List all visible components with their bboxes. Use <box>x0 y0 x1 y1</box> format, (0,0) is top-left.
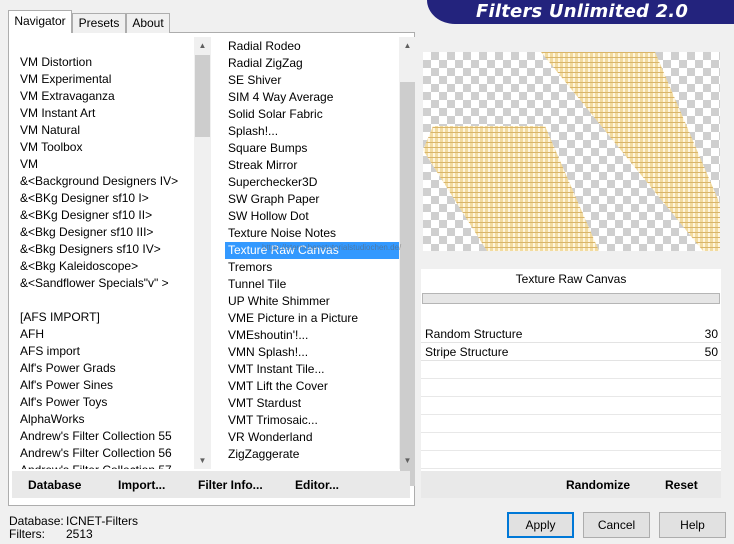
filter-scrollbar[interactable]: ▲ ▼ <box>399 37 416 486</box>
filter-item[interactable]: VMT Lift the Cover <box>225 378 399 395</box>
param-value[interactable]: 50 <box>705 343 718 361</box>
filter-item[interactable]: SW Graph Paper <box>225 191 399 208</box>
database-value: ICNET-Filters <box>66 514 138 528</box>
category-item[interactable]: Alf's Power Grads <box>17 360 194 377</box>
category-item[interactable]: &<BKg Designer sf10 I> <box>17 190 194 207</box>
filter-item[interactable]: SW Hollow Dot <box>225 208 399 225</box>
category-item[interactable]: [AFS IMPORT] <box>17 309 194 326</box>
tab-navigator[interactable]: Navigator <box>8 10 72 33</box>
category-item[interactable]: VM Natural <box>17 122 194 139</box>
filter-item[interactable]: VMT Trimosaic... <box>225 412 399 429</box>
filter-item[interactable]: VR Wonderland <box>225 429 399 446</box>
tab-about[interactable]: About <box>126 13 170 33</box>
parameter-bar <box>422 293 720 304</box>
filter-item[interactable]: Superchecker3D <box>225 174 399 191</box>
category-scrollbar[interactable]: ▲ ▼ <box>194 37 211 469</box>
scroll-thumb[interactable] <box>195 55 210 137</box>
tab-presets[interactable]: Presets <box>72 13 126 33</box>
filter-item[interactable]: UP White Shimmer <box>225 293 399 310</box>
category-item[interactable]: &<BKg Designer sf10 II> <box>17 207 194 224</box>
category-item[interactable]: Andrew's Filter Collection 56 <box>17 445 194 462</box>
editor-button[interactable]: Editor... <box>295 476 339 494</box>
scroll-down-icon[interactable]: ▼ <box>399 452 416 469</box>
category-item[interactable]: &<Sandflower Specials"v" > <box>17 275 194 292</box>
filter-item[interactable]: SIM 4 Way Average <box>225 89 399 106</box>
filter-item[interactable]: Streak Mirror <box>225 157 399 174</box>
help-button[interactable]: Help <box>659 512 726 538</box>
scroll-up-icon[interactable]: ▲ <box>399 37 416 54</box>
apply-button[interactable]: Apply <box>507 512 574 538</box>
filter-item[interactable]: Radial ZigZag <box>225 55 399 72</box>
category-item[interactable]: Alf's Power Sines <box>17 377 194 394</box>
filter-item[interactable]: VMEshoutin'!... <box>225 327 399 344</box>
filter-item[interactable]: Texture Noise Notes <box>225 225 399 242</box>
database-button[interactable]: Database <box>28 476 81 494</box>
param-label: Random Structure <box>425 327 523 341</box>
filter-item[interactable]: VMT Stardust <box>225 395 399 412</box>
category-item[interactable]: VM Extravaganza <box>17 88 194 105</box>
category-item[interactable]: &<Bkg Designer sf10 III> <box>17 224 194 241</box>
filter-list[interactable]: Radial Rodeo Radial ZigZag SE Shiver SIM 4 … <box>225 37 399 469</box>
param-empty-rows <box>421 361 721 469</box>
category-item[interactable]: Andrew's Filter Collection 57 <box>17 462 194 469</box>
scroll-thumb[interactable] <box>400 82 415 486</box>
category-item[interactable]: Andrew's Filter Collection 55 <box>17 428 194 445</box>
param-random-structure[interactable]: Random Structure 30 <box>421 325 721 343</box>
category-item[interactable]: &<Background Designers IV> <box>17 173 194 190</box>
preview-stripes <box>423 52 720 251</box>
filter-item[interactable]: Solid Solar Fabric <box>225 106 399 123</box>
category-item[interactable]: &<Bkg Designers sf10 IV> <box>17 241 194 258</box>
filter-item[interactable]: VMN Splash!... <box>225 344 399 361</box>
category-item[interactable]: Alf's Power Toys <box>17 394 194 411</box>
randomize-button[interactable]: Randomize <box>566 476 630 494</box>
scroll-down-icon[interactable]: ▼ <box>194 452 211 469</box>
scroll-up-icon[interactable]: ▲ <box>194 37 211 54</box>
filter-item[interactable]: Square Bumps <box>225 140 399 157</box>
category-item[interactable]: &<Bkg Kaleidoscope> <box>17 258 194 275</box>
param-value[interactable]: 30 <box>705 325 718 343</box>
category-item[interactable]: VM Instant Art <box>17 105 194 122</box>
reset-button[interactable]: Reset <box>665 476 698 494</box>
filter-item[interactable]: Splash!... <box>225 123 399 140</box>
category-list[interactable]: VM Distortion VM Experimental VM Extravaga… <box>17 37 194 469</box>
filter-info-button[interactable]: Filter Info... <box>198 476 263 494</box>
category-item[interactable]: AFH <box>17 326 194 343</box>
category-item[interactable]: VM Experimental <box>17 71 194 88</box>
watermark-text: https://sternchenstutorialstudiochen.de/ <box>262 243 402 252</box>
preview-image <box>423 52 720 251</box>
app-title: Filters Unlimited 2.0 <box>476 1 689 22</box>
param-stripe-structure[interactable]: Stripe Structure 50 <box>421 343 721 361</box>
filter-item[interactable]: Tremors <box>225 259 399 276</box>
filter-item[interactable]: Tunnel Tile <box>225 276 399 293</box>
database-label: Database: <box>9 514 64 528</box>
cancel-button[interactable]: Cancel <box>583 512 650 538</box>
import-button[interactable]: Import... <box>118 476 165 494</box>
filters-count: 2513 <box>66 527 93 541</box>
category-item[interactable] <box>17 292 194 309</box>
category-item[interactable]: AFS import <box>17 343 194 360</box>
filter-item[interactable]: SE Shiver <box>225 72 399 89</box>
category-item[interactable]: VM Distortion <box>17 54 194 71</box>
filters-label: Filters: <box>9 527 45 541</box>
category-item[interactable]: VM <box>17 156 194 173</box>
category-item[interactable]: AlphaWorks <box>17 411 194 428</box>
filter-item[interactable]: ZigZaggerate <box>225 446 399 463</box>
filter-item[interactable]: VME Picture in a Picture <box>225 310 399 327</box>
filter-item[interactable]: Radial Rodeo <box>225 38 399 55</box>
filter-name-title: Texture Raw Canvas <box>515 272 627 286</box>
param-label: Stripe Structure <box>425 345 509 359</box>
filter-item[interactable]: VMT Instant Tile... <box>225 361 399 378</box>
category-item[interactable]: VM Toolbox <box>17 139 194 156</box>
